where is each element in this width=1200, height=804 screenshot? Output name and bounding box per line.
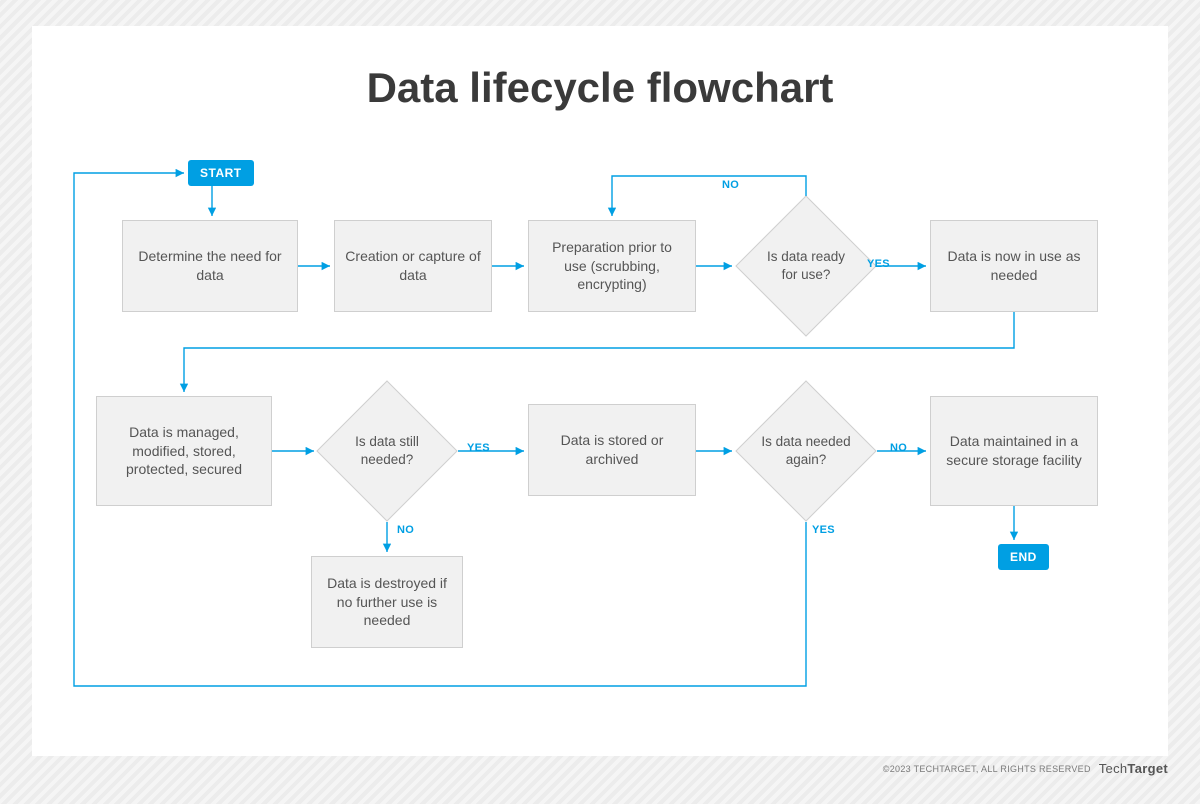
- flowchart-canvas: Data lifecycle flowchart START Determine…: [32, 26, 1168, 756]
- decision-needed-again: Is data needed again?: [756, 401, 856, 501]
- start-pill: START: [188, 160, 254, 186]
- copyright-text: ©2023 TECHTARGET, ALL RIGHTS RESERVED: [883, 764, 1091, 774]
- decision-ready-for-use: Is data ready for use?: [756, 216, 856, 316]
- end-pill: END: [998, 544, 1049, 570]
- diagram-title: Data lifecycle flowchart: [32, 64, 1168, 112]
- arrows-layer: [32, 26, 1168, 756]
- footer: ©2023 TECHTARGET, ALL RIGHTS RESERVED Te…: [883, 761, 1168, 776]
- node-creation-capture: Creation or capture of data: [334, 220, 492, 312]
- node-determine-need: Determine the need for data: [122, 220, 298, 312]
- label-d2-yes: YES: [467, 442, 490, 454]
- node-secure-storage: Data maintained in a secure storage faci…: [930, 396, 1098, 506]
- node-preparation: Preparation prior to use (scrubbing, enc…: [528, 220, 696, 312]
- node-managed-stored: Data is managed, modified, stored, prote…: [96, 396, 272, 506]
- label-d1-yes: YES: [867, 258, 890, 270]
- label-d1-no: NO: [722, 179, 739, 191]
- label-d3-yes: YES: [812, 524, 835, 536]
- decision-still-needed: Is data still needed?: [337, 401, 437, 501]
- node-stored-archived: Data is stored or archived: [528, 404, 696, 496]
- label-d3-no: NO: [890, 442, 907, 454]
- label-d2-no: NO: [397, 524, 414, 536]
- node-in-use: Data is now in use as needed: [930, 220, 1098, 312]
- brand-logo: TechTarget: [1099, 761, 1168, 776]
- node-destroyed: Data is destroyed if no further use is n…: [311, 556, 463, 648]
